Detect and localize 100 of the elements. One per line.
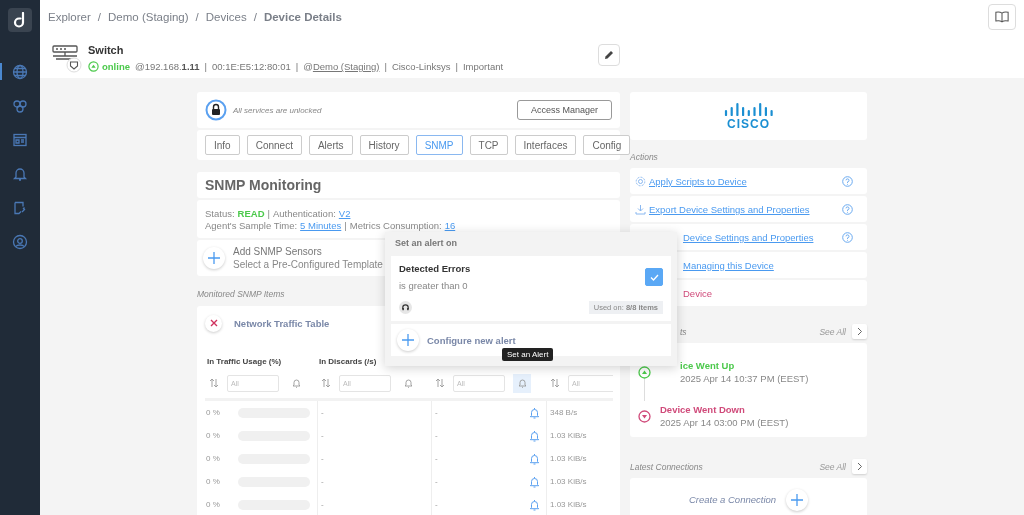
table-cell-text: 0 % <box>206 477 221 486</box>
bell-icon[interactable] <box>529 429 540 442</box>
table-cell: - <box>435 477 438 486</box>
plus-icon[interactable] <box>791 493 804 506</box>
table-cell: 1.03 KiB/s <box>550 477 587 486</box>
tab[interactable]: Info <box>205 135 240 155</box>
table-cell: - <box>321 477 324 486</box>
chevron-right-icon[interactable] <box>856 327 863 336</box>
column-header: In Traffic Usage (%) <box>207 357 282 366</box>
authentication-link[interactable]: V2 <box>338 208 351 220</box>
bell-icon[interactable] <box>529 406 540 419</box>
bell-icon[interactable] <box>529 498 540 511</box>
add-button[interactable] <box>397 329 419 351</box>
device-group: @Demo (Staging) <box>303 61 380 72</box>
section-label: Latest Connections <box>630 461 704 472</box>
plus-icon[interactable] <box>402 334 414 346</box>
bell-icon[interactable] <box>12 165 28 182</box>
sort-icon[interactable] <box>550 378 560 388</box>
tab[interactable]: Alerts <box>308 135 353 155</box>
table-cell-text: 0 % <box>206 431 221 440</box>
group-link[interactable]: Demo (Staging) <box>312 61 380 72</box>
action-link[interactable]: Device Settings and Properties <box>683 231 839 243</box>
checkbox[interactable] <box>645 268 663 286</box>
bell-icon[interactable] <box>517 378 527 388</box>
sort-icon[interactable] <box>435 378 445 388</box>
action-link[interactable]: Managing this Device <box>683 259 853 271</box>
tab[interactable]: Interfaces <box>514 135 577 155</box>
add-sensors-subtitle: Select a Pre-Configured Template <box>233 258 383 271</box>
separator: | <box>204 61 208 72</box>
device-detail: Important <box>462 61 504 72</box>
checkmark-icon[interactable] <box>649 273 659 281</box>
section-label: Actions <box>630 152 658 162</box>
action-link[interactable]: Apply Scripts to Device <box>649 175 839 187</box>
access-manager-button[interactable]: Access Manager <box>517 100 612 120</box>
tab[interactable]: History <box>359 135 409 155</box>
book-icon[interactable] <box>995 10 1009 24</box>
device-detail: Cisco-Linksys <box>391 61 451 72</box>
document-icon[interactable] <box>12 199 28 216</box>
device-detail: 00:1E:E5:12:80:01 <box>212 61 291 72</box>
next-button[interactable] <box>852 459 867 474</box>
table-cell: 1.03 KiB/s <box>550 500 587 509</box>
sort-icon[interactable] <box>321 378 331 388</box>
breadcrumb-link[interactable]: Device Details <box>263 11 342 23</box>
remove-button[interactable] <box>205 314 222 332</box>
plus-icon[interactable] <box>208 252 220 264</box>
chevron-right-icon[interactable] <box>856 462 863 471</box>
circles-icon[interactable] <box>12 97 28 114</box>
tab[interactable]: Connect <box>246 135 302 155</box>
configure-alert-link[interactable]: Configure new alert <box>427 334 516 346</box>
edit-button[interactable] <box>598 44 621 66</box>
dashboard-icon[interactable] <box>12 131 28 148</box>
next-button[interactable] <box>852 324 867 339</box>
tab[interactable]: TCP <box>469 135 508 155</box>
help-icon[interactable] <box>842 203 853 215</box>
tab[interactable]: SNMP <box>415 135 463 155</box>
authentication-label: Authentication: <box>272 208 336 220</box>
sample-time-link[interactable]: 5 Minutes <box>300 220 342 232</box>
globe-icon[interactable] <box>12 63 28 80</box>
breadcrumb-separator: / <box>253 11 257 23</box>
action-link[interactable]: Device <box>683 287 853 299</box>
device-name: Switch <box>88 44 125 56</box>
alert-bell-button[interactable] <box>513 373 531 393</box>
docs-button[interactable] <box>988 4 1016 30</box>
breadcrumb-separator: / <box>97 11 102 23</box>
close-icon[interactable] <box>209 319 218 327</box>
add-button[interactable] <box>786 488 809 511</box>
breadcrumb-link[interactable]: Explorer <box>48 11 91 23</box>
help-icon[interactable] <box>842 175 853 187</box>
section-label: Monitored SNMP Items <box>197 289 285 299</box>
breadcrumb-link[interactable]: Demo (Staging) <box>108 11 189 23</box>
action-link[interactable]: Export Device Settings and Properties <box>649 203 839 215</box>
pencil-icon[interactable] <box>604 50 615 60</box>
metrics-link[interactable]: 16 <box>444 220 456 232</box>
table-cell: - <box>321 431 324 440</box>
app-logo-icon[interactable] <box>8 8 32 32</box>
table-cell: 1.03 KiB/s <box>550 431 587 440</box>
network-switch-icon <box>52 43 82 73</box>
status-value: READ <box>237 208 265 220</box>
bell-icon[interactable] <box>529 475 540 488</box>
sort-icon[interactable] <box>209 378 219 388</box>
table-cell-text: 0 % <box>206 408 221 417</box>
tab[interactable]: Config <box>583 135 631 155</box>
popover-title: Set an alert on <box>395 238 458 248</box>
action-row[interactable]: Apply Scripts to Device <box>630 168 867 194</box>
bell-icon[interactable] <box>291 378 301 388</box>
bell-icon[interactable] <box>403 378 413 388</box>
table-cell: - <box>435 454 438 463</box>
table-cell: - <box>435 500 438 509</box>
add-sensors-title: Add SNMP Sensors <box>233 245 323 258</box>
table-cell: - <box>321 500 324 509</box>
user-icon[interactable] <box>12 233 28 250</box>
breadcrumb-link[interactable]: Devices <box>205 11 247 23</box>
see-all-link[interactable]: See All <box>819 461 846 472</box>
see-all-link[interactable]: See All <box>819 326 846 337</box>
add-button[interactable] <box>203 247 225 269</box>
action-row[interactable]: Export Device Settings and Properties <box>630 196 867 222</box>
help-icon[interactable] <box>842 231 853 243</box>
event-title: Device Went Down <box>660 403 746 416</box>
table-cell: 348 B/s <box>550 408 578 417</box>
bell-icon[interactable] <box>529 452 540 465</box>
